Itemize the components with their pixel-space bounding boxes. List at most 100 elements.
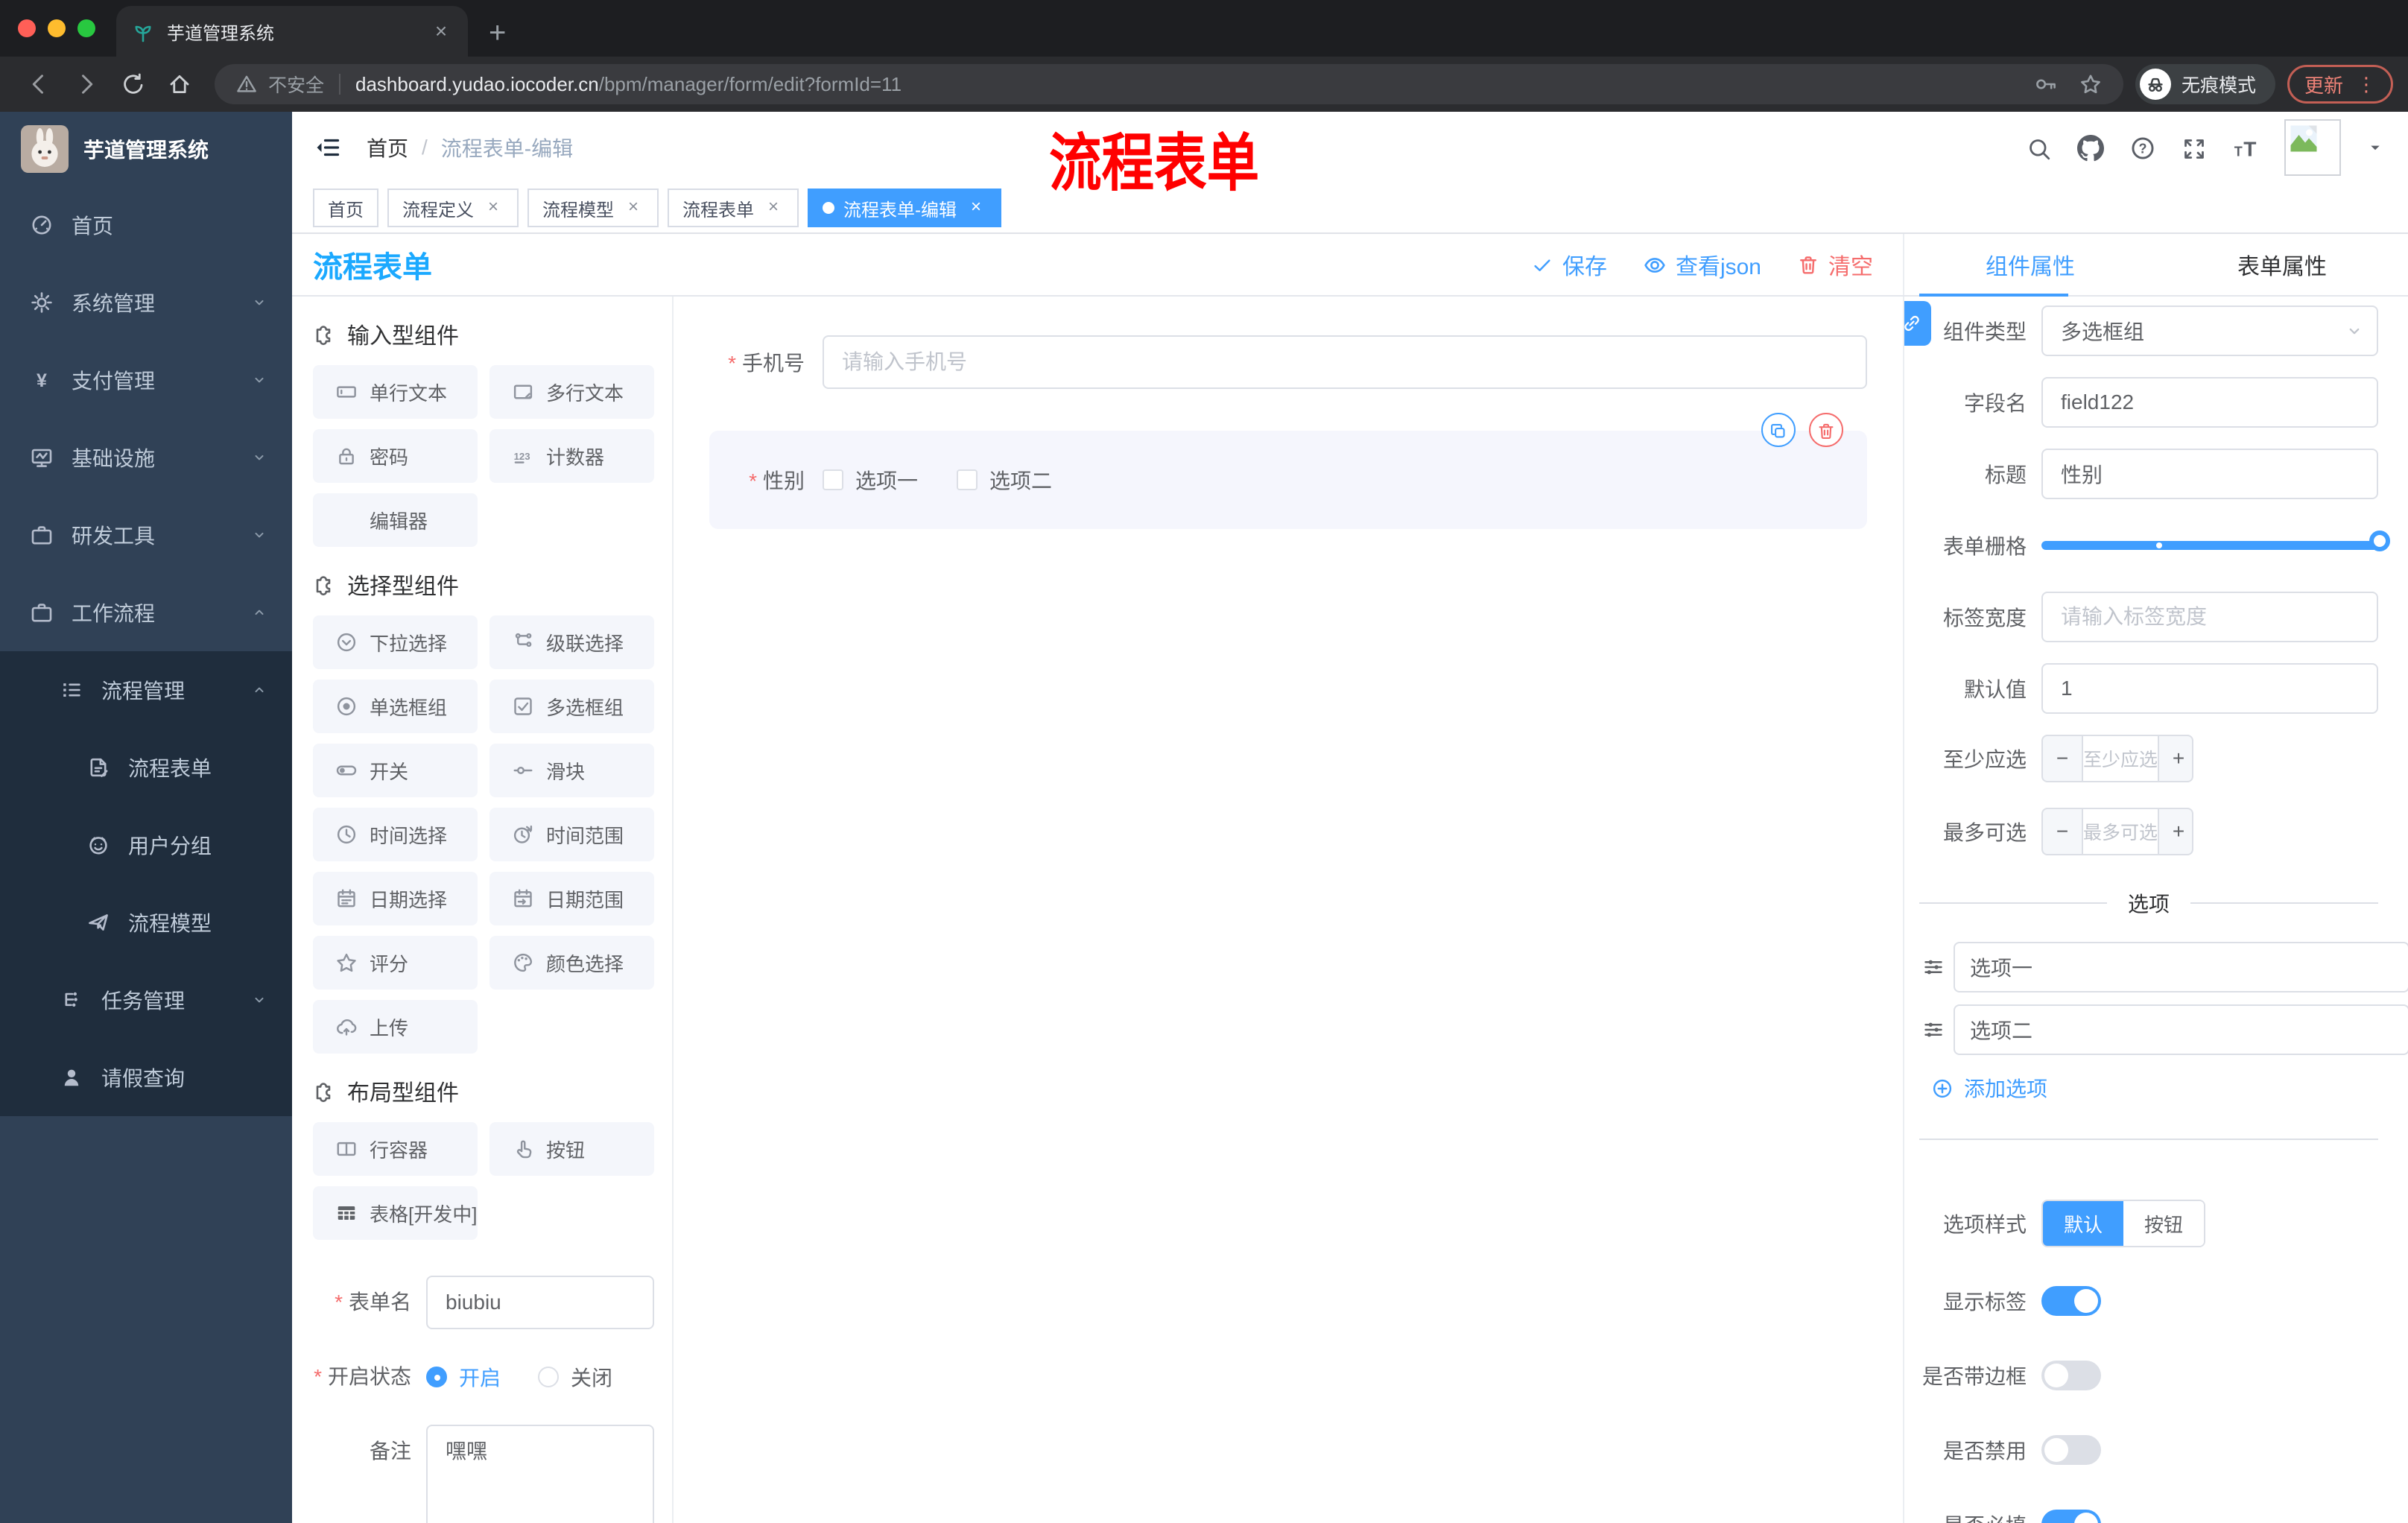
sidebar-item-process-form[interactable]: 流程表单 — [0, 729, 292, 806]
delete-field-button[interactable] — [1809, 413, 1843, 447]
key-icon[interactable] — [2034, 72, 2058, 96]
close-tab-icon[interactable]: × — [429, 19, 453, 43]
component-radio-group[interactable]: 单选框组 — [313, 680, 478, 733]
sidebar-item-home[interactable]: 首页 — [0, 186, 292, 264]
address-bar[interactable]: 不安全 dashboard.yudao.iocoder.cn/bpm/manag… — [215, 64, 2123, 104]
sidebar-item-user-group[interactable]: 用户分组 — [0, 806, 292, 884]
option-label-input[interactable] — [1954, 942, 2408, 992]
title-input[interactable] — [2041, 449, 2378, 499]
drag-handle-icon[interactable] — [1922, 956, 1945, 978]
sidebar-item-task-mgmt[interactable]: 任务管理 — [0, 961, 292, 1039]
forward-icon[interactable] — [73, 71, 100, 98]
default-value-input[interactable] — [2041, 663, 2378, 714]
font-size-icon[interactable]: TT — [2232, 133, 2259, 162]
toggle-disabled[interactable] — [2041, 1435, 2101, 1465]
sidebar-item-process-model[interactable]: 流程模型 — [0, 884, 292, 961]
browser-update-button[interactable]: 更新 ⋮ — [2287, 65, 2393, 104]
stepper-plus-button[interactable]: + — [2159, 736, 2192, 781]
component-table[interactable]: 表格[开发中] — [313, 1186, 478, 1240]
field-gender-selected[interactable]: 性别 选项一 选项二 — [709, 413, 1867, 529]
component-row-container[interactable]: 行容器 — [313, 1122, 478, 1176]
add-option-button[interactable]: 添加选项 — [1931, 1073, 2378, 1103]
component-type-select[interactable] — [2041, 305, 2378, 356]
tab-form-props[interactable]: 表单属性 — [2156, 234, 2408, 295]
sidebar-item-payment-mgmt[interactable]: ¥ 支付管理 — [0, 341, 292, 419]
min-select-value[interactable]: 至少应选 — [2082, 736, 2160, 781]
tag-process-form[interactable]: 流程表单 × — [668, 189, 799, 227]
back-icon[interactable] — [25, 71, 52, 98]
drag-handle-icon[interactable] — [1922, 1019, 1945, 1041]
remark-textarea[interactable]: 嘿嘿 — [426, 1425, 654, 1523]
fullscreen-icon[interactable] — [2182, 133, 2207, 162]
component-slider[interactable]: 滑块 — [489, 744, 654, 797]
sidebar-item-dev-tools[interactable]: 研发工具 — [0, 496, 292, 574]
component-date-picker[interactable]: 日期选择 — [313, 872, 478, 925]
component-time-picker[interactable]: 时间选择 — [313, 808, 478, 861]
home-icon[interactable] — [167, 72, 192, 97]
close-tag-icon[interactable]: × — [966, 197, 986, 218]
sidebar-logo[interactable]: 芋道管理系统 — [0, 112, 292, 186]
close-tag-icon[interactable]: × — [763, 197, 784, 218]
duplicate-field-button[interactable] — [1761, 413, 1796, 447]
sidebar-item-leave-query[interactable]: 请假查询 — [0, 1039, 292, 1116]
component-time-range[interactable]: 时间范围 — [489, 808, 654, 861]
view-json-button[interactable]: 查看json — [1643, 248, 1761, 281]
sidebar-item-system-mgmt[interactable]: 系统管理 — [0, 264, 292, 341]
stepper-minus-button[interactable]: − — [2043, 809, 2082, 854]
tag-home[interactable]: 首页 — [313, 189, 378, 227]
tab-component-props[interactable]: 组件属性 — [1904, 234, 2156, 295]
link-icon[interactable] — [1904, 301, 1931, 346]
radio-status-on[interactable]: 开启 — [426, 1362, 501, 1392]
sidebar-item-infrastructure[interactable]: 基础设施 — [0, 419, 292, 496]
sidebar-item-workflow[interactable]: 工作流程 — [0, 574, 292, 651]
style-default-button[interactable]: 默认 — [2043, 1201, 2124, 1246]
component-editor[interactable]: 编辑器 — [313, 493, 478, 547]
component-cascader[interactable]: 级联选择 — [489, 615, 654, 669]
form-grid-slider[interactable] — [2041, 520, 2390, 571]
clear-button[interactable]: 清空 — [1797, 248, 1873, 281]
github-icon[interactable] — [2077, 133, 2104, 162]
component-select[interactable]: 下拉选择 — [313, 615, 478, 669]
field-name-input[interactable] — [2041, 377, 2378, 428]
save-button[interactable]: 保存 — [1531, 248, 1607, 281]
label-width-input[interactable] — [2041, 592, 2378, 642]
minimize-window-button[interactable] — [48, 19, 66, 37]
phone-input[interactable] — [823, 335, 1867, 389]
browser-menu-icon[interactable]: ⋮ — [2357, 73, 2376, 96]
max-select-value[interactable]: 最多可选 — [2082, 809, 2160, 854]
radio-status-off[interactable]: 关闭 — [538, 1362, 612, 1392]
new-tab-button[interactable]: + — [489, 18, 506, 48]
close-tag-icon[interactable]: × — [483, 197, 504, 218]
component-multi-line-text[interactable]: 多行文本 — [489, 365, 654, 419]
close-tag-icon[interactable]: × — [623, 197, 644, 218]
close-window-button[interactable] — [18, 19, 36, 37]
style-button-button[interactable]: 按钮 — [2123, 1201, 2205, 1246]
tag-process-model[interactable]: 流程模型 × — [527, 189, 659, 227]
avatar[interactable] — [2284, 119, 2341, 176]
component-checkbox-group[interactable]: 多选框组 — [489, 680, 654, 733]
component-upload[interactable]: 上传 — [313, 1000, 478, 1054]
component-switch[interactable]: 开关 — [313, 744, 478, 797]
component-counter[interactable]: 123 计数器 — [489, 429, 654, 483]
window-controls[interactable] — [0, 0, 116, 57]
tag-process-definition[interactable]: 流程定义 × — [387, 189, 519, 227]
chevron-down-icon[interactable] — [2366, 139, 2384, 156]
component-color-picker[interactable]: 颜色选择 — [489, 936, 654, 990]
breadcrumb-home[interactable]: 首页 — [367, 133, 408, 162]
help-icon[interactable]: ? — [2129, 133, 2156, 162]
form-name-input[interactable] — [426, 1276, 654, 1329]
stepper-minus-button[interactable]: − — [2043, 736, 2082, 781]
sidebar-item-process-mgmt[interactable]: 流程管理 — [0, 651, 292, 729]
field-phone[interactable]: 手机号 — [709, 335, 1867, 389]
tag-process-form-edit[interactable]: 流程表单-编辑 × — [808, 189, 1001, 227]
slider-handle[interactable] — [2369, 531, 2390, 551]
toggle-required[interactable] — [2041, 1510, 2101, 1523]
collapse-sidebar-icon[interactable] — [313, 133, 343, 162]
component-single-line-text[interactable]: 单行文本 — [313, 365, 478, 419]
reload-icon[interactable] — [121, 72, 146, 97]
component-password[interactable]: 密码 — [313, 429, 478, 483]
checkbox-option-1[interactable]: 选项一 — [823, 465, 918, 495]
component-date-range[interactable]: 日期范围 — [489, 872, 654, 925]
component-rate[interactable]: 评分 — [313, 936, 478, 990]
checkbox-option-2[interactable]: 选项二 — [957, 465, 1052, 495]
